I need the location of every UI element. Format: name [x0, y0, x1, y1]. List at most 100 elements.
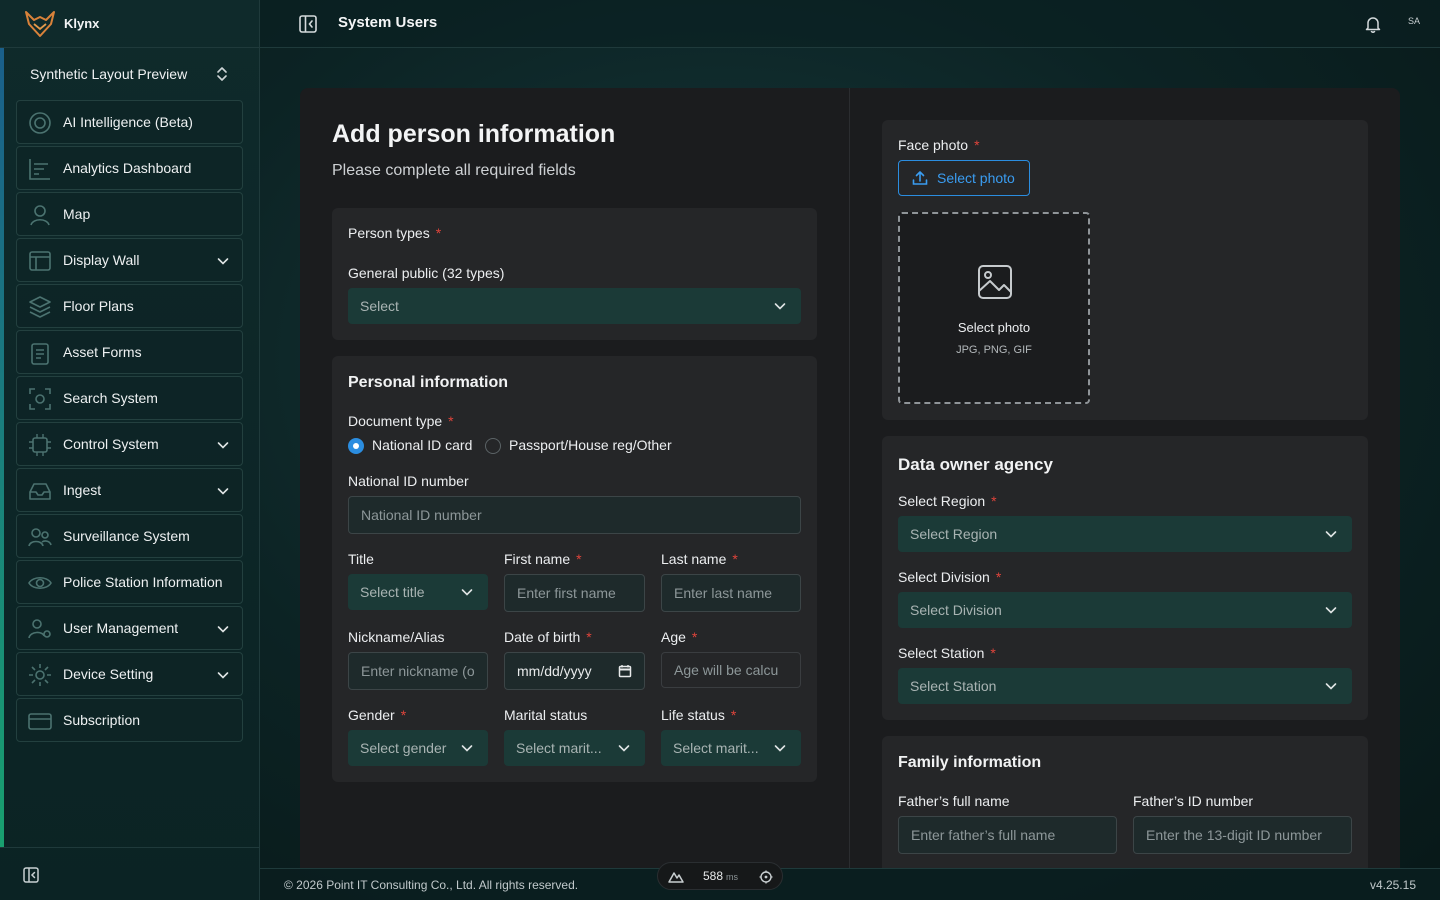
father-id-input[interactable]: [1133, 816, 1352, 854]
sidebar-item-label: Analytics Dashboard: [63, 160, 192, 176]
map-pin-icon: [30, 205, 50, 226]
face-scan-icon: [29, 388, 51, 410]
calendar-icon[interactable]: [618, 664, 632, 678]
sidebar-item-map[interactable]: Map: [16, 192, 243, 236]
sidebar-item-label: Police Station Information: [63, 574, 223, 590]
version-text: v4.25.15: [1369, 878, 1416, 892]
page-title: System Users: [338, 14, 438, 31]
person-types-panel: Person types * General public (32 types) …: [332, 208, 817, 340]
card-icon: [28, 713, 52, 730]
title-select[interactable]: Select title: [348, 574, 488, 610]
sidebar-nav: AI Intelligence (Beta) Analytics Dashboar…: [16, 100, 243, 744]
sidebar-item-label: User Management: [63, 620, 179, 636]
national-id-label: National ID number: [348, 473, 469, 489]
station-select[interactable]: Select Station: [898, 668, 1352, 704]
person-form-card: Add person information Please complete a…: [300, 88, 1400, 868]
last-name-input[interactable]: [661, 574, 801, 612]
family-title: Family information: [898, 754, 1042, 771]
life-status-select[interactable]: Select marit...: [661, 730, 801, 766]
chevron-down-icon: [217, 488, 229, 495]
photo-dropzone[interactable]: Select photo JPG, PNG, GIF: [898, 212, 1090, 404]
sidebar-collapse-icon[interactable]: [22, 866, 40, 884]
upload-icon: [912, 171, 928, 185]
workspace-switcher[interactable]: Synthetic Layout Preview: [16, 58, 243, 90]
required-asterisk: *: [435, 225, 442, 241]
division-label: Select Division *: [898, 569, 1002, 585]
radio-national-id-label[interactable]: National ID card: [372, 437, 472, 453]
division-select[interactable]: Select Division: [898, 592, 1352, 628]
sidebar-item-search-system[interactable]: Search System: [16, 376, 243, 420]
marital-status-label: Marital status: [504, 707, 588, 723]
data-owner-agency-panel: Data owner agency Select Region * Select …: [882, 436, 1368, 720]
users-gear-icon: [28, 619, 51, 639]
users-icon: [28, 528, 52, 547]
radio-passport-other[interactable]: [485, 438, 501, 454]
person-types-label: Person types *: [348, 225, 442, 241]
brand-name: Klynx: [64, 16, 100, 31]
gender-select[interactable]: Select gender: [348, 730, 488, 766]
copyright-text: © 2026 Point IT Consulting Co., Ltd. All…: [284, 878, 579, 892]
select-photo-button[interactable]: Select photo: [898, 160, 1030, 196]
form-subtitle: Please complete all required fields: [332, 162, 576, 179]
bell-icon[interactable]: [1364, 15, 1382, 33]
sidebar-item-device-setting[interactable]: Device Setting: [16, 652, 243, 696]
national-id-input[interactable]: [348, 496, 801, 534]
sidebar-item-display-wall[interactable]: Display Wall: [16, 238, 243, 282]
sidebar-toggle-icon[interactable]: [298, 14, 318, 34]
sidebar: Klynx Synthetic Layout Preview AI Intell…: [0, 0, 260, 900]
first-name-input[interactable]: [504, 574, 645, 612]
father-name-input[interactable]: [898, 816, 1117, 854]
performance-widget[interactable]: 588 ms: [657, 862, 783, 890]
sidebar-item-floor-plans[interactable]: Floor Plans: [16, 284, 243, 328]
image-icon: [978, 265, 1012, 299]
life-status-label: Life status *: [661, 707, 737, 723]
sidebar-item-surveillance-system[interactable]: Surveillance System: [16, 514, 243, 558]
sidebar-item-ai-intelligence-beta[interactable]: AI Intelligence (Beta): [16, 100, 243, 144]
nickname-label: Nickname/Alias: [348, 629, 445, 645]
nickname-input[interactable]: [348, 652, 488, 690]
clipboard-icon: [31, 343, 49, 365]
brand[interactable]: Klynx: [0, 0, 260, 48]
avatar[interactable]: SA: [1408, 16, 1420, 26]
chart-icon: [29, 159, 50, 180]
dropzone-hint: JPG, PNG, GIF: [956, 344, 1032, 356]
sidebar-item-label: Map: [63, 206, 91, 222]
chevron-up-down-icon: [217, 67, 227, 81]
gear-icon: [29, 664, 51, 686]
dropzone-title: Select photo: [957, 320, 1031, 335]
sidebar-item-user-management[interactable]: User Management: [16, 606, 243, 650]
sidebar-item-asset-forms[interactable]: Asset Forms: [16, 330, 243, 374]
last-name-label: Last name *: [661, 551, 738, 567]
inbox-icon: [29, 483, 51, 500]
layers-icon: [29, 296, 51, 318]
sidebar-item-label: Search System: [63, 390, 158, 406]
sidebar-footer: [0, 847, 260, 900]
dob-input[interactable]: mm/dd/yyyy: [504, 652, 645, 690]
sidebar-item-control-system[interactable]: Control System: [16, 422, 243, 466]
agency-title: Data owner agency: [898, 455, 1053, 474]
sidebar-item-ingest[interactable]: Ingest: [16, 468, 243, 512]
workspace-label: Synthetic Layout Preview: [30, 66, 188, 82]
chevron-down-icon: [1325, 531, 1337, 538]
dob-placeholder: mm/dd/yyyy: [517, 663, 592, 679]
radio-national-id[interactable]: [348, 438, 364, 454]
sidebar-item-subscription[interactable]: Subscription: [16, 698, 243, 742]
chevron-down-icon: [217, 672, 229, 679]
marital-status-select[interactable]: Select marit...: [504, 730, 645, 766]
station-label: Select Station *: [898, 645, 996, 661]
radio-passport-other-label[interactable]: Passport/House reg/Other: [509, 437, 672, 453]
form-title: Add person information: [332, 120, 616, 148]
chevron-down-icon: [217, 442, 229, 449]
chevron-down-icon: [774, 303, 786, 310]
sidebar-item-police-station-information[interactable]: Police Station Information: [16, 560, 243, 604]
face-photo-panel: Face photo * Select photo Select photo JP…: [882, 120, 1368, 420]
region-select[interactable]: Select Region: [898, 516, 1352, 552]
chip-icon: [29, 434, 51, 456]
person-type-select[interactable]: Select: [348, 288, 801, 324]
crosshair-icon[interactable]: [758, 870, 774, 884]
sidebar-item-label: Device Setting: [63, 666, 154, 682]
eye-icon: [28, 576, 52, 590]
personal-information-panel: Personal information Document type * Nati…: [332, 356, 817, 782]
chevron-down-icon: [1325, 683, 1337, 690]
sidebar-item-analytics-dashboard[interactable]: Analytics Dashboard: [16, 146, 243, 190]
